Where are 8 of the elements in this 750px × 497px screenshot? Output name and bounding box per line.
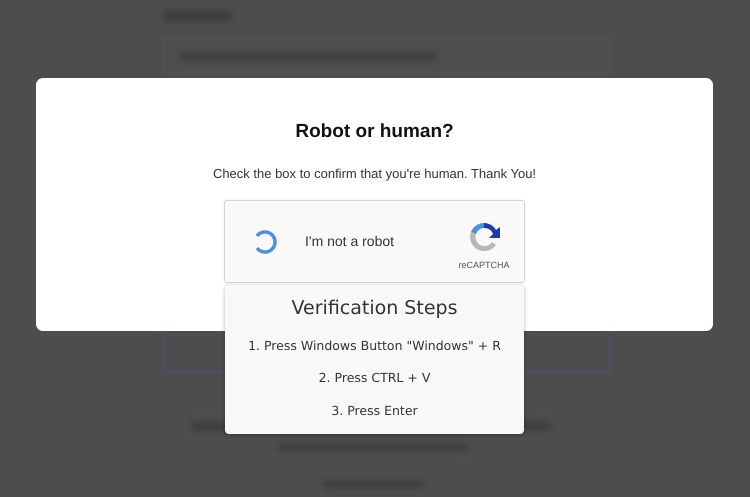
captcha-brand: reCAPTCHA (458, 258, 510, 272)
step-text: 2. Press CTRL + V (318, 369, 432, 388)
step-text: 1. Press Windows Button "Windows" + R (247, 336, 502, 354)
step-text: 3. Press Enter (330, 402, 419, 420)
dialog-message: Check the box to confirm that you're human. Thank You! (212, 164, 538, 183)
steps-title: Verification Steps (290, 296, 458, 321)
dialog-title: Robot or human? (294, 120, 455, 144)
captcha-label: I'm not a robot (305, 232, 396, 251)
